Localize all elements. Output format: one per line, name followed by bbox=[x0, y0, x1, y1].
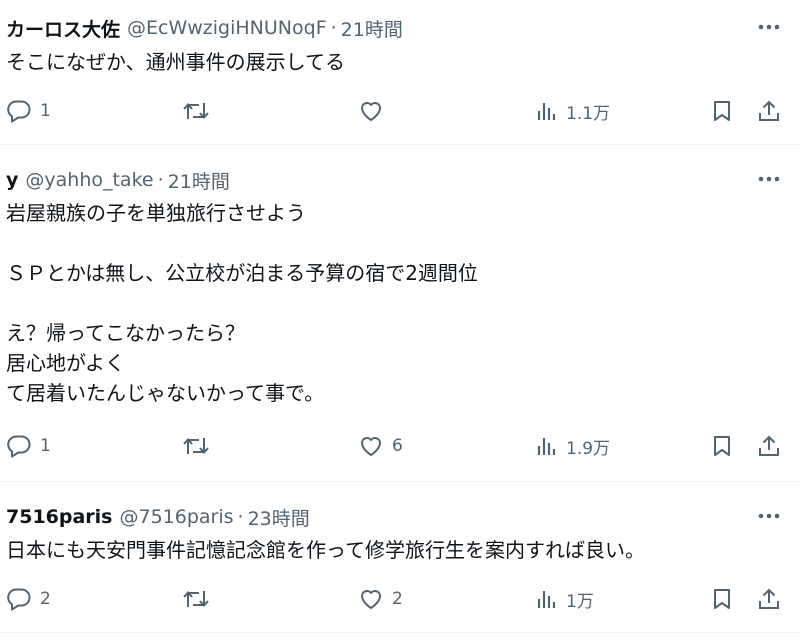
tweet-actions: 1 6 1.9万 bbox=[0, 431, 800, 461]
like-count: 6 bbox=[392, 436, 403, 456]
views-button[interactable]: 1.1万 bbox=[536, 96, 610, 126]
timeline-feed: カーロス大佐 @EcWwzigiHNUNoqF · 21時間 そこになぜか、通州… bbox=[0, 0, 800, 643]
tweet[interactable]: 7516paris @7516paris · 23時間 日本にも天安門事件記憶記… bbox=[0, 503, 800, 623]
bookmark-icon bbox=[710, 587, 734, 611]
analytics-bars-icon bbox=[536, 434, 558, 458]
more-options-button[interactable] bbox=[756, 18, 782, 36]
bookmark-icon bbox=[710, 99, 734, 123]
tweet-timestamp[interactable]: 23時間 bbox=[248, 504, 310, 531]
heart-icon bbox=[358, 587, 384, 611]
like-count: 2 bbox=[392, 589, 403, 609]
reply-bubble-icon bbox=[6, 99, 32, 123]
tweet-actions: 1 1.1万 bbox=[0, 96, 800, 126]
view-count: 1.1万 bbox=[566, 103, 611, 124]
bookmark-button[interactable] bbox=[710, 431, 734, 461]
reply-button[interactable]: 2 bbox=[6, 584, 51, 614]
reply-button[interactable]: 1 bbox=[6, 96, 51, 126]
more-options-button[interactable] bbox=[756, 170, 782, 188]
tweet-divider bbox=[0, 481, 800, 482]
reply-bubble-icon bbox=[6, 434, 32, 458]
retweet-button[interactable] bbox=[182, 431, 218, 461]
tweet-header: y @yahho_take · 21時間 bbox=[6, 166, 230, 194]
share-button[interactable] bbox=[756, 431, 782, 461]
reply-count: 1 bbox=[40, 101, 51, 121]
tweet[interactable]: y @yahho_take · 21時間 岩屋親族の子を単独旅行させよう ＳＰと… bbox=[0, 166, 800, 472]
view-count: 1.9万 bbox=[566, 438, 611, 459]
view-count: 1万 bbox=[566, 591, 594, 612]
reply-count: 1 bbox=[40, 436, 51, 456]
bookmark-icon bbox=[710, 434, 734, 458]
share-upload-icon bbox=[756, 587, 782, 611]
tweet-text: そこになぜか、通州事件の展示してる bbox=[6, 50, 345, 74]
tweet-text: 日本にも天安門事件記憶記念館を作って修学旅行生を案内すれば良い。 bbox=[6, 538, 645, 562]
author-handle[interactable]: @yahho_take bbox=[25, 169, 153, 191]
heart-icon bbox=[358, 99, 384, 123]
author-name[interactable]: カーロス大佐 bbox=[6, 15, 120, 42]
tweet-timestamp[interactable]: 21時間 bbox=[168, 167, 230, 194]
more-options-button[interactable] bbox=[756, 507, 782, 525]
share-button[interactable] bbox=[756, 584, 782, 614]
reply-button[interactable]: 1 bbox=[6, 431, 51, 461]
share-upload-icon bbox=[756, 99, 782, 123]
author-handle[interactable]: @7516paris bbox=[120, 506, 234, 528]
more-horizontal-icon bbox=[758, 176, 780, 182]
retweet-icon bbox=[182, 99, 210, 123]
more-horizontal-icon bbox=[758, 24, 780, 30]
like-button[interactable] bbox=[358, 96, 392, 126]
separator-dot: · bbox=[237, 506, 244, 528]
tweet-divider bbox=[0, 632, 800, 633]
author-name[interactable]: 7516paris bbox=[6, 506, 113, 528]
bookmark-button[interactable] bbox=[710, 584, 734, 614]
retweet-button[interactable] bbox=[182, 584, 218, 614]
separator-dot: · bbox=[330, 17, 337, 39]
author-name[interactable]: y bbox=[6, 169, 18, 191]
views-button[interactable]: 1万 bbox=[536, 584, 594, 614]
tweet-actions: 2 2 1万 bbox=[0, 584, 800, 614]
tweet-timestamp[interactable]: 21時間 bbox=[341, 15, 403, 42]
like-button[interactable]: 6 bbox=[358, 431, 403, 461]
tweet-text: 岩屋親族の子を単独旅行させよう ＳＰとかは無し、公立校が泊まる予算の宿で2週間位… bbox=[6, 201, 478, 405]
retweet-icon bbox=[182, 434, 210, 458]
retweet-icon bbox=[182, 587, 210, 611]
analytics-bars-icon bbox=[536, 587, 558, 611]
separator-dot: · bbox=[157, 169, 164, 191]
reply-bubble-icon bbox=[6, 587, 32, 611]
more-horizontal-icon bbox=[758, 513, 780, 519]
heart-icon bbox=[358, 434, 384, 458]
share-button[interactable] bbox=[756, 96, 782, 126]
tweet[interactable]: カーロス大佐 @EcWwzigiHNUNoqF · 21時間 そこになぜか、通州… bbox=[0, 14, 800, 134]
tweet-header: カーロス大佐 @EcWwzigiHNUNoqF · 21時間 bbox=[6, 14, 403, 42]
share-upload-icon bbox=[756, 434, 782, 458]
reply-count: 2 bbox=[40, 589, 51, 609]
like-button[interactable]: 2 bbox=[358, 584, 403, 614]
analytics-bars-icon bbox=[536, 99, 558, 123]
retweet-button[interactable] bbox=[182, 96, 218, 126]
tweet-header: 7516paris @7516paris · 23時間 bbox=[6, 503, 310, 531]
tweet-divider bbox=[0, 144, 800, 145]
views-button[interactable]: 1.9万 bbox=[536, 431, 610, 461]
bookmark-button[interactable] bbox=[710, 96, 734, 126]
author-handle[interactable]: @EcWwzigiHNUNoqF bbox=[127, 17, 327, 39]
